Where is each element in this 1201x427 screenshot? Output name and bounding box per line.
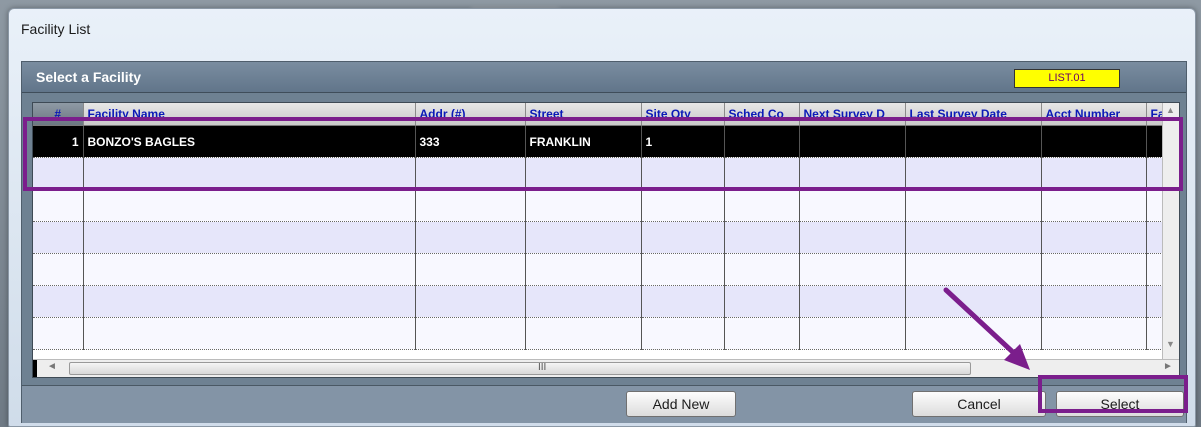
pointer-arrow-icon [943,287,1030,370]
